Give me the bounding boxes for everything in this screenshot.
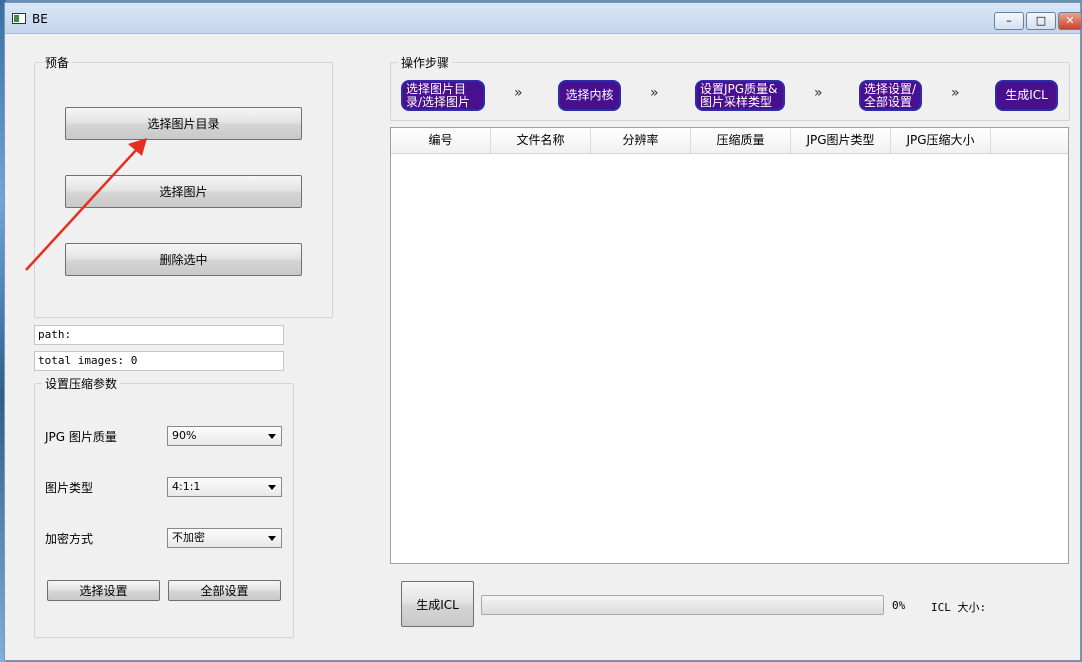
- chevron-down-icon: [268, 434, 276, 439]
- column-header-jpg-size[interactable]: JPG压缩大小: [891, 128, 991, 153]
- step-arrow: »: [650, 85, 659, 101]
- chevron-down-icon: [268, 536, 276, 541]
- column-header-filename[interactable]: 文件名称: [491, 128, 591, 153]
- compress-group-title: 设置压缩参数: [42, 375, 121, 392]
- apply-all-button[interactable]: 全部设置: [168, 580, 281, 601]
- step-set-quality: 设置JPG质量&图片采样类型: [695, 80, 785, 111]
- minimize-icon[interactable]: –: [994, 12, 1024, 30]
- image-type-select[interactable]: 4:1:1: [167, 477, 282, 497]
- generate-icl-button[interactable]: 生成ICL: [401, 581, 474, 627]
- step-arrow: »: [951, 85, 960, 101]
- quality-select-value: 90%: [172, 429, 197, 442]
- encrypt-select[interactable]: 不加密: [167, 528, 282, 548]
- step-select-directory: 选择图片目录/选择图片: [401, 80, 485, 111]
- path-field[interactable]: path:: [34, 325, 284, 345]
- column-header-quality[interactable]: 压缩质量: [691, 128, 791, 153]
- prep-group-title: 预备: [42, 54, 73, 71]
- select-image-button[interactable]: 选择图片: [65, 175, 302, 208]
- total-images-field[interactable]: total images: 0: [34, 351, 284, 371]
- column-header-jpg-type[interactable]: JPG图片类型: [791, 128, 891, 153]
- step-arrow: »: [514, 85, 523, 101]
- quality-label: JPG 图片质量: [45, 430, 117, 444]
- column-header-resolution[interactable]: 分辨率: [591, 128, 691, 153]
- progress-text: 0%: [892, 599, 906, 612]
- encrypt-select-value: 不加密: [172, 531, 205, 544]
- type-label: 图片类型: [45, 481, 94, 495]
- close-icon[interactable]: ✕: [1058, 12, 1082, 30]
- step-arrow: »: [814, 85, 823, 101]
- file-table[interactable]: 编号 文件名称 分辨率 压缩质量 JPG图片类型 JPG压缩大小: [390, 127, 1069, 564]
- apply-selected-button[interactable]: 选择设置: [47, 580, 160, 601]
- maximize-icon[interactable]: □: [1026, 12, 1056, 30]
- step-generate-icl: 生成ICL: [995, 80, 1058, 111]
- icl-size-label: ICL 大小:: [931, 601, 987, 614]
- image-type-select-value: 4:1:1: [172, 480, 201, 493]
- quality-select[interactable]: 90%: [167, 426, 282, 446]
- progress-bar: [481, 595, 884, 615]
- app-icon: [12, 13, 26, 24]
- select-directory-button[interactable]: 选择图片目录: [65, 107, 302, 140]
- chevron-down-icon: [268, 485, 276, 490]
- encrypt-label: 加密方式: [45, 532, 94, 546]
- app-window: BE – □ ✕ 预备 选择图片目录 选择图片 删除选中 path: total…: [4, 2, 1082, 661]
- steps-group-title: 操作步骤: [398, 54, 453, 71]
- delete-selected-button[interactable]: 删除选中: [65, 243, 302, 276]
- step-select-kernel: 选择内核: [558, 80, 621, 111]
- step-apply-settings: 选择设置/全部设置: [859, 80, 922, 111]
- title-bar[interactable]: BE – □ ✕: [5, 3, 1082, 34]
- window-title: BE: [32, 12, 48, 26]
- column-header-index[interactable]: 编号: [391, 128, 491, 153]
- table-header: 编号 文件名称 分辨率 压缩质量 JPG图片类型 JPG压缩大小: [391, 128, 1068, 154]
